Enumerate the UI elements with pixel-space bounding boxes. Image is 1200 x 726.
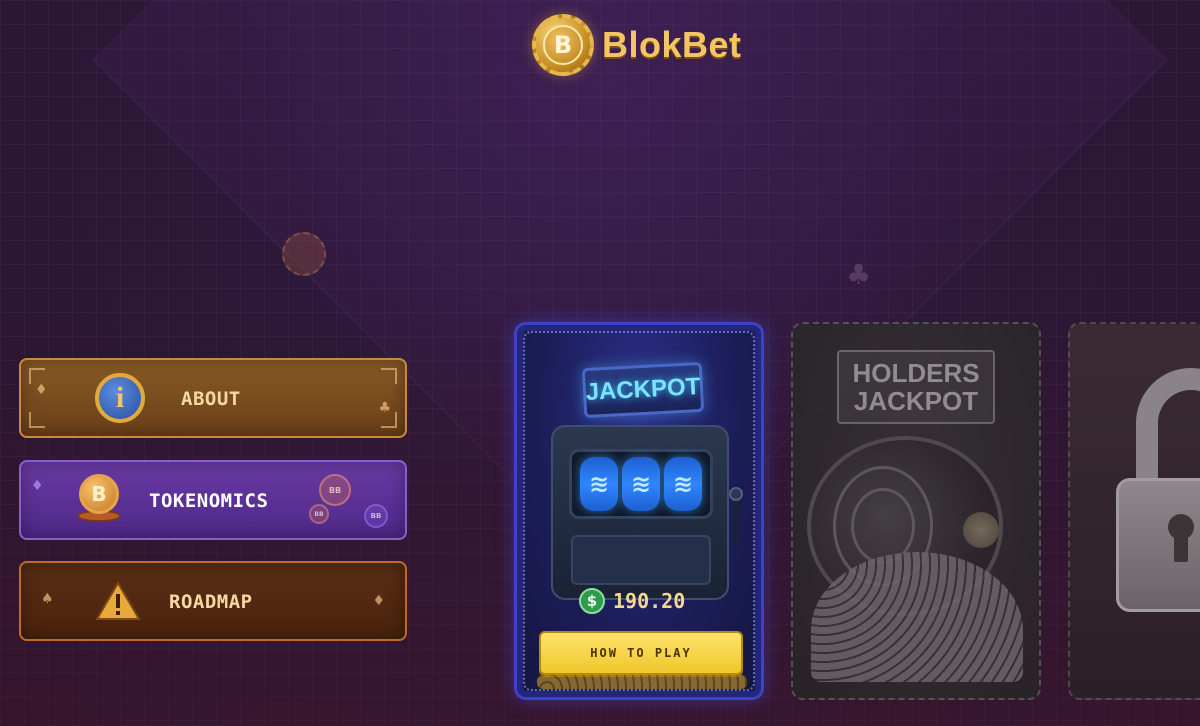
- reel-icon: ≋: [664, 457, 702, 511]
- reel-icon: ≋: [580, 457, 618, 511]
- jackpot-prize: $ 190.20: [579, 588, 685, 614]
- holders-jackpot-sign: HOLDERS JACKPOT: [837, 350, 995, 424]
- slot-reels: ≋ ≋ ≋: [569, 449, 713, 519]
- bb-chip-icon: BB: [364, 504, 388, 528]
- corner-ornament: [381, 368, 397, 384]
- spade-suit-icon: ♠: [41, 591, 54, 607]
- warning-icon: [95, 581, 141, 620]
- diamond-suit-icon: ♦: [35, 382, 48, 398]
- diamond-suit-icon: ♦: [372, 593, 385, 609]
- jackpot-card[interactable]: JACKPOT ≋ ≋ ≋ $ 190.20 HOW TO PLAY: [514, 322, 764, 700]
- jackpot-amount: 190.20: [613, 589, 686, 613]
- coins-decoration: [537, 675, 747, 689]
- holders-jackpot-card[interactable]: HOLDERS JACKPOT: [791, 322, 1041, 700]
- slot-lower-panel: [571, 535, 711, 585]
- club-suit-icon: ♣: [846, 258, 872, 291]
- how-to-play-label: HOW TO PLAY: [590, 646, 692, 660]
- about-label: ABOUT: [181, 388, 241, 410]
- lever-knob-icon: [729, 487, 743, 501]
- roadmap-label: ROADMAP: [169, 591, 253, 613]
- info-icon: i: [95, 373, 145, 423]
- roadmap-button[interactable]: ♠ ♦ ROADMAP: [19, 561, 407, 641]
- slot-machine-icon: ≋ ≋ ≋: [551, 425, 729, 600]
- club-suit-icon: ♣: [378, 400, 391, 416]
- dollar-icon: $: [579, 588, 605, 614]
- logo-letter: B: [543, 25, 583, 65]
- lever-icon: [733, 495, 739, 543]
- tokenomics-button[interactable]: ♦ B TOKENOMICS BB BB BB: [19, 460, 407, 540]
- bb-chip-icon: BB: [309, 504, 329, 524]
- bb-chip-icon: BB: [319, 474, 351, 506]
- locked-card[interactable]: [1068, 322, 1200, 700]
- corner-ornament: [29, 412, 45, 428]
- tokenomics-label: TOKENOMICS: [149, 490, 269, 512]
- logo-coin-icon: B: [532, 14, 594, 76]
- jackpot-sign-text: JACKPOT: [585, 373, 701, 406]
- decorative-chip-icon: [282, 232, 326, 276]
- gold-coin-icon: [963, 512, 999, 548]
- reel-icon: ≋: [622, 457, 660, 511]
- jackpot-sign: JACKPOT: [581, 361, 705, 419]
- holders-sign-line2: JACKPOT: [853, 386, 979, 416]
- holders-sign-line1: HOLDERS: [852, 358, 980, 388]
- brand-name: BlokBet: [602, 24, 742, 65]
- brand-logo: B BlokBet: [532, 14, 742, 76]
- about-button[interactable]: ♦ ♣ i ABOUT: [19, 358, 407, 438]
- diamond-suit-icon: ♦: [31, 478, 44, 494]
- how-to-play-button[interactable]: HOW TO PLAY: [539, 631, 743, 675]
- keyhole-slot: [1174, 532, 1188, 562]
- coin-icon: B: [79, 474, 119, 514]
